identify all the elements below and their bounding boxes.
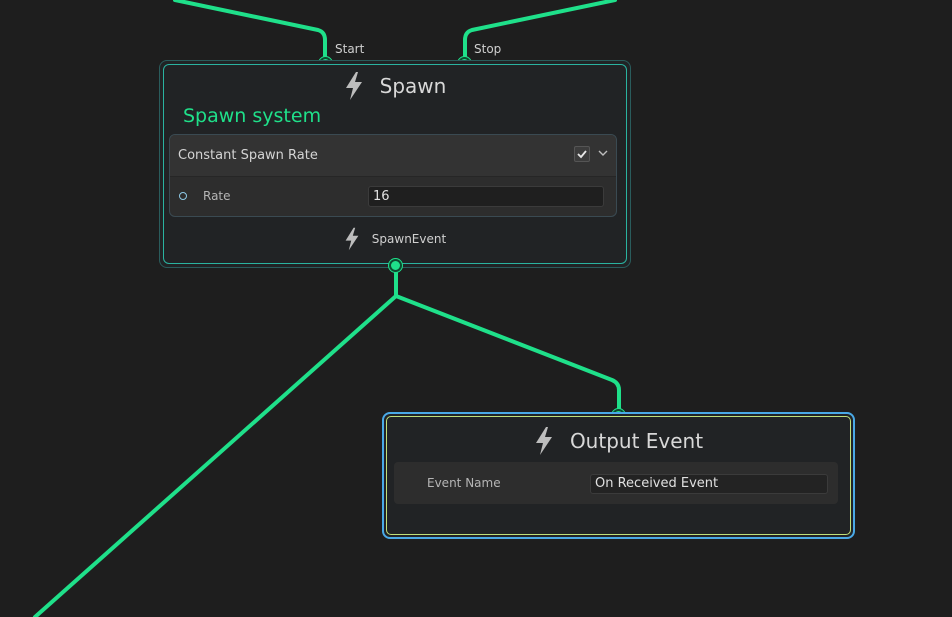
lightning-bolt-icon — [535, 427, 552, 455]
wire-spawnevent-to-left — [33, 264, 398, 617]
wire-spawnevent-to-output — [394, 264, 621, 416]
event-name-input[interactable]: On Received Event — [590, 474, 828, 494]
lightning-bolt-icon — [345, 72, 362, 100]
start-port-label: Start — [335, 42, 365, 56]
event-name-row: Event Name On Received Event — [394, 462, 838, 504]
spawn-node-header: Spawn — [160, 72, 630, 100]
spawn-event-label: SpawnEvent — [371, 232, 447, 246]
block-enabled-checkbox[interactable] — [574, 146, 590, 162]
event-name-label: Event Name — [427, 476, 501, 490]
lightning-bolt-icon — [345, 227, 359, 251]
block-title: Constant Spawn Rate — [178, 148, 318, 163]
checkmark-icon — [577, 150, 587, 159]
spawn-event-row: SpawnEvent — [160, 227, 630, 251]
rate-row: Rate 16 — [170, 177, 616, 216]
spawn-node-title: Spawn — [379, 74, 447, 98]
output-event-node[interactable]: Output Event Event Name On Received Even… — [382, 412, 855, 539]
chevron-down-icon[interactable] — [598, 148, 608, 158]
constant-spawn-rate-block[interactable]: Constant Spawn Rate Rate 16 — [169, 134, 617, 217]
rate-input[interactable]: 16 — [368, 186, 604, 207]
output-event-header: Output Event — [384, 427, 853, 455]
system-title[interactable]: Spawn system — [183, 105, 321, 127]
output-event-title: Output Event — [569, 429, 704, 453]
spawn-node[interactable]: Spawn Spawn system Constant Spawn Rate R… — [159, 60, 631, 268]
rate-slot-port[interactable] — [179, 192, 187, 200]
stop-port-label: Stop — [474, 42, 502, 56]
wire-to-start — [173, 0, 327, 64]
rate-label: Rate — [203, 189, 231, 203]
block-header[interactable]: Constant Spawn Rate — [170, 135, 616, 177]
spawnevent-output-port[interactable] — [389, 259, 402, 272]
